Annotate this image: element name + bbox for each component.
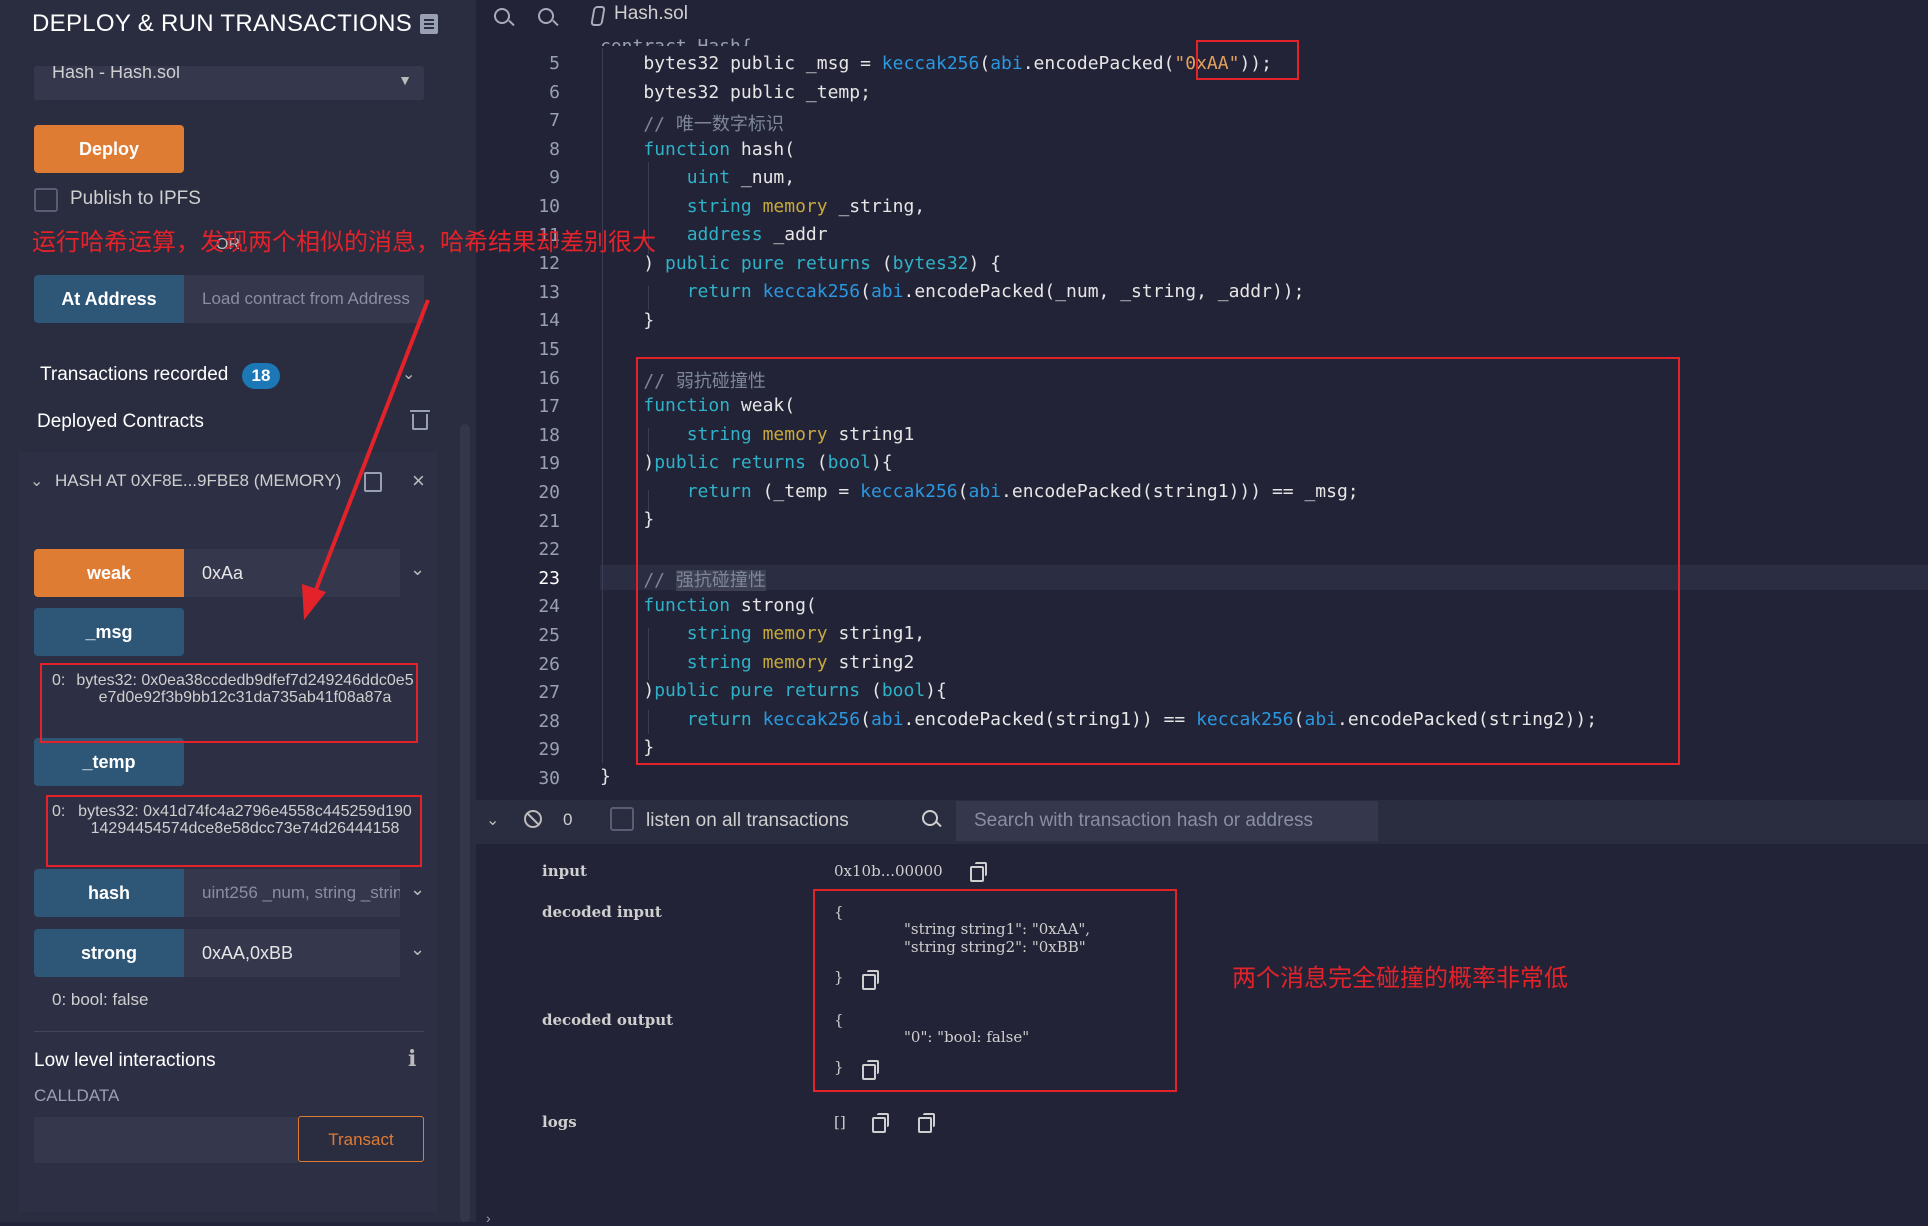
line-number: 16: [538, 367, 560, 389]
documentation-icon[interactable]: [420, 14, 438, 34]
line-number: 23: [538, 567, 560, 589]
chevron-down-icon[interactable]: ⌄: [30, 471, 43, 491]
logs-value: []: [834, 1113, 846, 1131]
line-number: 24: [538, 596, 560, 618]
temp-button[interactable]: _temp: [34, 738, 184, 786]
clear-console-icon[interactable]: [524, 810, 542, 828]
line-number: 14: [538, 310, 560, 332]
line-number: 27: [538, 682, 560, 704]
low-level-interactions-label: Low level interactions: [34, 1050, 216, 1071]
msg-button[interactable]: _msg: [34, 608, 184, 656]
file-tab-hash-sol[interactable]: Hash.sol: [614, 3, 688, 25]
annotation-box-temp-result: [46, 795, 422, 867]
code-line-7: // 唯一数字标识: [600, 114, 784, 135]
code-line-4-partial: contract Hash{: [600, 36, 752, 46]
annotation-arrow-head: [302, 584, 326, 620]
copy-icon[interactable]: [872, 1113, 889, 1133]
annotation-box-msg-result: [40, 663, 418, 743]
line-number: 29: [538, 739, 560, 761]
publish-ipfs-label: Publish to IPFS: [70, 188, 201, 209]
chevron-down-icon[interactable]: ⌄: [410, 879, 425, 900]
annotation-arrow-shaft: [310, 299, 430, 601]
strong-result: 0: bool: false: [52, 990, 149, 1009]
line-number: 5: [549, 53, 560, 74]
transactions-recorded-badge: 18: [242, 363, 280, 389]
annotation-box-decoded: [813, 889, 1177, 1092]
input-value: 0x10b...00000: [834, 862, 943, 880]
panel-scrollbar[interactable]: [460, 424, 470, 1222]
code-line-5: bytes32 public _msg = keccak256(abi.enco…: [643, 53, 1272, 74]
weak-button[interactable]: weak: [34, 549, 184, 597]
code-line-6: bytes32 public _temp;: [600, 82, 871, 103]
chevron-down-icon[interactable]: ⌄: [410, 939, 425, 960]
search-icon: [922, 810, 938, 826]
calldata-input[interactable]: [34, 1117, 298, 1163]
copy-icon[interactable]: [918, 1113, 935, 1133]
pending-tx-count: 0: [563, 810, 573, 829]
info-icon[interactable]: i: [408, 1046, 416, 1072]
line-number: 28: [538, 710, 560, 732]
line-number: 17: [538, 396, 560, 418]
line-number: 6: [549, 81, 560, 103]
search-input[interactable]: Search with transaction hash or address: [956, 801, 1378, 841]
contract-select-value: Hash - Hash.sol: [52, 66, 181, 82]
listen-all-checkbox[interactable]: [610, 807, 634, 831]
line-number: 21: [538, 510, 560, 532]
code-line-14: }: [600, 310, 655, 331]
annotation-arrow: [302, 299, 430, 620]
calldata-label: CALLDATA: [34, 1086, 120, 1105]
terminal-panel: [476, 800, 1928, 1222]
line-number: 18: [538, 424, 560, 446]
annotation-right-note: 两个消息完全碰撞的概率非常低: [1232, 964, 1568, 992]
line-number: 7: [549, 110, 560, 132]
code-line-9: uint _num,: [686, 167, 796, 188]
code-line-13: return keccak256(abi.encodePacked(_num, …: [686, 281, 1305, 302]
strong-input[interactable]: 0xAA,0xBB: [184, 929, 400, 977]
code-line-30: }: [600, 766, 611, 787]
hash-input[interactable]: uint256 _num, string _string, address _a…: [184, 869, 400, 917]
line-number: 19: [538, 453, 560, 475]
deployed-contracts-label: Deployed Contracts: [37, 411, 204, 432]
double-chevron-down-icon[interactable]: ⌄: [486, 810, 499, 830]
zoom-in-icon[interactable]: [538, 8, 554, 24]
divider: [34, 1031, 424, 1032]
listen-all-label: listen on all transactions: [646, 810, 849, 831]
decoded-output-label: decoded output: [542, 1011, 674, 1029]
code-line-12: ) public pure returns (bytes32) {: [600, 253, 1002, 274]
chevron-down-icon: ▼: [398, 72, 412, 88]
annotation-box-functions: [636, 357, 1680, 765]
terminal-prompt[interactable]: ›: [486, 1210, 491, 1226]
copy-icon[interactable]: [970, 862, 987, 882]
zoom-out-icon[interactable]: [494, 8, 510, 24]
code-line-10: string memory _string,: [686, 196, 926, 217]
transactions-recorded-label[interactable]: Transactions recorded: [40, 364, 228, 386]
annotation-top-note: 运行哈希运算，发现两个相似的消息，哈希结果却差别很大: [32, 228, 656, 256]
line-number: 26: [538, 653, 560, 675]
input-label: input: [542, 862, 587, 880]
line-number: 9: [549, 167, 560, 189]
publish-ipfs-checkbox[interactable]: [34, 188, 58, 212]
editor-toolbar: [476, 0, 1928, 32]
panel-title: DEPLOY & RUN TRANSACTIONS: [32, 10, 413, 37]
line-number: 10: [538, 196, 560, 217]
decoded-input-label: decoded input: [542, 903, 662, 921]
strong-button[interactable]: strong: [34, 929, 184, 977]
line-number: 13: [538, 281, 560, 303]
line-number: 22: [538, 539, 560, 561]
deploy-button[interactable]: Deploy: [34, 125, 184, 173]
contract-select[interactable]: Hash - Hash.sol ▼: [34, 66, 424, 100]
line-number: 15: [538, 339, 560, 360]
line-number: 30: [538, 768, 560, 789]
logs-label: logs: [542, 1113, 577, 1131]
transact-button[interactable]: Transact: [298, 1116, 424, 1162]
hash-button[interactable]: hash: [34, 869, 184, 917]
code-line-8: function hash(: [643, 139, 796, 160]
annotation-box-msg-literal: [1196, 40, 1299, 80]
at-address-button[interactable]: At Address: [34, 275, 184, 323]
line-number: 8: [549, 138, 560, 160]
line-number: 20: [538, 482, 560, 503]
line-number: 25: [538, 625, 560, 646]
